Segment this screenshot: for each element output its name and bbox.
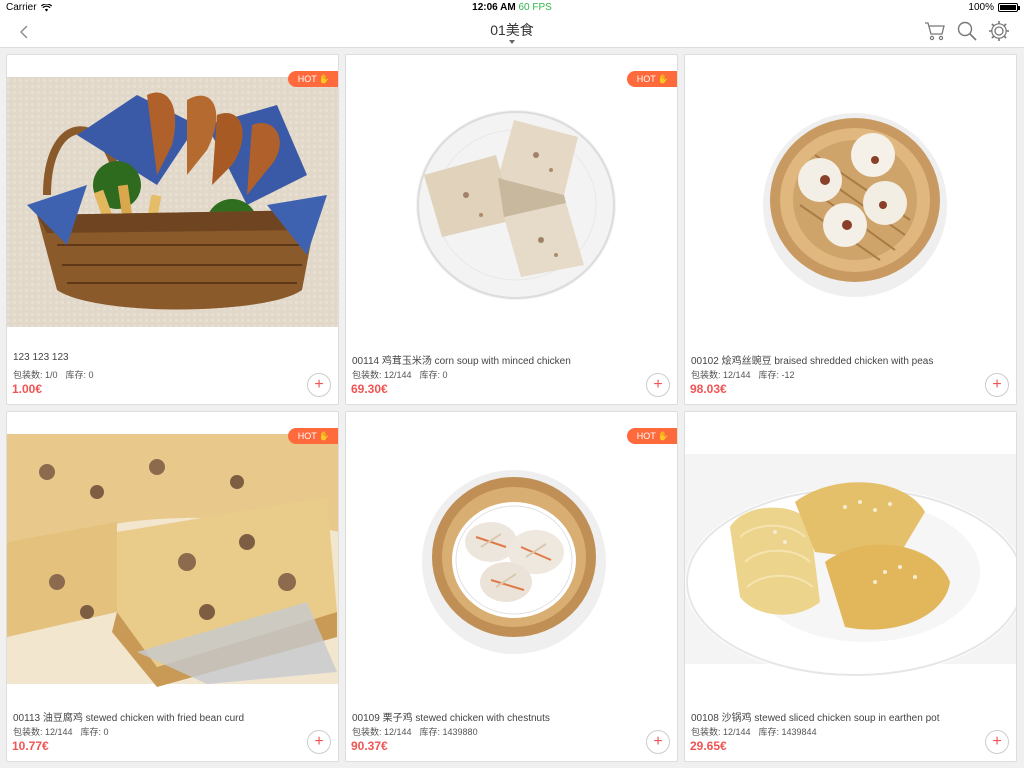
plus-icon: + bbox=[992, 376, 1002, 393]
search-button[interactable] bbox=[956, 20, 978, 42]
product-image[interactable] bbox=[685, 412, 1016, 702]
status-right: 100% bbox=[968, 2, 1020, 13]
plus-icon: + bbox=[653, 733, 663, 750]
pack-info: 包装数: 12/144 bbox=[13, 727, 73, 737]
nav-actions bbox=[924, 20, 1010, 42]
status-bar: Carrier 12:06 AM 60 FPS 100% bbox=[0, 0, 1024, 16]
quiche-image bbox=[7, 434, 338, 687]
product-card[interactable]: HOT ✋ 00109 栗子鸡 stewed chicken with ches… bbox=[345, 411, 678, 762]
add-to-cart-button[interactable]: + bbox=[307, 373, 331, 397]
plus-icon: + bbox=[314, 733, 324, 750]
hot-label: HOT bbox=[636, 74, 656, 84]
add-to-cart-button[interactable]: + bbox=[646, 373, 670, 397]
category-title[interactable]: 01美食 bbox=[0, 20, 1024, 40]
hot-badge: HOT ✋ bbox=[287, 71, 338, 87]
stock-info: 库存: 0 bbox=[80, 727, 109, 737]
battery-label: 100% bbox=[968, 2, 994, 13]
turnip-cake-image bbox=[416, 110, 616, 300]
product-card[interactable]: HOT ✋ 00113 油豆腐鸡 stewed chicken with fri… bbox=[6, 411, 339, 762]
dim-sum-steamer-image bbox=[422, 470, 606, 654]
product-meta: 包装数: 1/0 库存: 0 bbox=[13, 368, 94, 381]
add-to-cart-button[interactable]: + bbox=[985, 730, 1009, 754]
product-card[interactable]: HOT ✋ 123 123 123 包装数: 1/0 库存: 0 1.00€ + bbox=[6, 54, 339, 405]
time-label: 12:06 AM bbox=[472, 2, 516, 13]
product-price: 90.37€ bbox=[351, 739, 388, 753]
pack-info: 包装数: 12/144 bbox=[352, 727, 412, 737]
add-to-cart-button[interactable]: + bbox=[307, 730, 331, 754]
product-image[interactable] bbox=[7, 412, 338, 702]
product-name: 00113 油豆腐鸡 stewed chicken with fried bea… bbox=[13, 713, 245, 724]
stock-info: 库存: 1439844 bbox=[758, 727, 817, 737]
settings-button[interactable] bbox=[988, 20, 1010, 42]
product-meta: 包装数: 12/144 库存: 1439880 bbox=[352, 725, 478, 738]
product-name: 00108 沙锅鸡 stewed sliced chicken soup in … bbox=[691, 713, 940, 724]
fire-icon: ✋ bbox=[657, 74, 669, 84]
plus-icon: + bbox=[992, 733, 1002, 750]
plus-icon: + bbox=[314, 376, 324, 393]
hot-badge: HOT ✋ bbox=[626, 71, 677, 87]
hot-label: HOT bbox=[297, 431, 317, 441]
fire-icon: ✋ bbox=[318, 74, 330, 84]
steamed-buns-image bbox=[763, 113, 947, 297]
product-price: 69.30€ bbox=[351, 382, 388, 396]
product-price: 29.65€ bbox=[690, 739, 727, 753]
fire-icon: ✋ bbox=[318, 431, 330, 441]
fried-chicken-basket-image bbox=[7, 77, 338, 327]
product-name: 00102 烩鸡丝豌豆 braised shredded chicken wit… bbox=[691, 356, 934, 367]
product-meta: 包装数: 12/144 库存: -12 bbox=[691, 368, 795, 381]
fire-icon: ✋ bbox=[657, 431, 669, 441]
battery-icon bbox=[998, 3, 1020, 12]
status-clock: 12:06 AM 60 FPS bbox=[0, 2, 1024, 13]
product-name: 123 123 123 bbox=[13, 352, 69, 363]
gear-icon bbox=[989, 21, 1009, 41]
pack-info: 包装数: 12/144 bbox=[691, 370, 751, 380]
pack-info: 包装数: 12/144 bbox=[691, 727, 751, 737]
product-image[interactable] bbox=[346, 412, 677, 702]
hot-label: HOT bbox=[636, 431, 656, 441]
product-price: 98.03€ bbox=[690, 382, 727, 396]
stock-info: 库存: -12 bbox=[758, 370, 795, 380]
product-name: 00114 鸡茸玉米汤 corn soup with minced chicke… bbox=[352, 356, 571, 367]
caret-down-icon[interactable] bbox=[509, 40, 515, 44]
nav-bar: 01美食 bbox=[0, 16, 1024, 48]
product-grid: HOT ✋ 123 123 123 包装数: 1/0 库存: 0 1.00€ + bbox=[6, 54, 1018, 762]
product-image[interactable] bbox=[7, 55, 338, 345]
hot-badge: HOT ✋ bbox=[626, 428, 677, 444]
stock-info: 库存: 0 bbox=[65, 370, 94, 380]
product-name: 00109 栗子鸡 stewed chicken with chestnuts bbox=[352, 713, 550, 724]
product-card[interactable]: 00108 沙锅鸡 stewed sliced chicken soup in … bbox=[684, 411, 1017, 762]
next-row-peek bbox=[0, 764, 1024, 768]
pack-info: 包装数: 1/0 bbox=[13, 370, 58, 380]
product-image[interactable] bbox=[685, 55, 1016, 345]
plus-icon: + bbox=[653, 376, 663, 393]
hot-badge: HOT ✋ bbox=[287, 428, 338, 444]
product-image[interactable] bbox=[346, 55, 677, 345]
add-to-cart-button[interactable]: + bbox=[985, 373, 1009, 397]
product-price: 10.77€ bbox=[12, 739, 49, 753]
cart-button[interactable] bbox=[924, 20, 946, 42]
puff-pastry-image bbox=[685, 454, 1016, 677]
fps-label: 60 FPS bbox=[518, 2, 552, 13]
product-price: 1.00€ bbox=[12, 382, 43, 396]
product-meta: 包装数: 12/144 库存: 1439844 bbox=[691, 725, 817, 738]
hot-label: HOT bbox=[297, 74, 317, 84]
stock-info: 库存: 1439880 bbox=[419, 727, 478, 737]
product-card[interactable]: 00102 烩鸡丝豌豆 braised shredded chicken wit… bbox=[684, 54, 1017, 405]
product-meta: 包装数: 12/144 库存: 0 bbox=[13, 725, 109, 738]
add-to-cart-button[interactable]: + bbox=[646, 730, 670, 754]
product-meta: 包装数: 12/144 库存: 0 bbox=[352, 368, 448, 381]
stock-info: 库存: 0 bbox=[419, 370, 448, 380]
product-card[interactable]: HOT ✋ 00114 鸡茸玉米汤 corn soup with minced … bbox=[345, 54, 678, 405]
pack-info: 包装数: 12/144 bbox=[352, 370, 412, 380]
search-icon bbox=[957, 21, 977, 41]
cart-icon bbox=[925, 22, 945, 41]
